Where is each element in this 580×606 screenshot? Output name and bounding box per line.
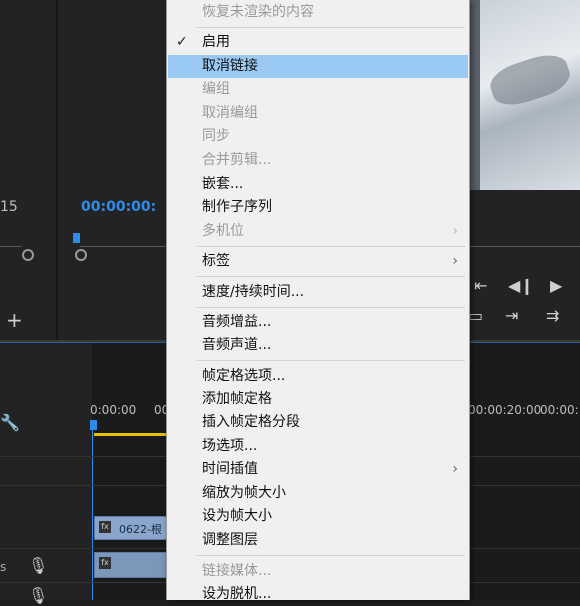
menu-item-label: 标签 — [202, 253, 230, 269]
menu-item-label: 时间插值 — [202, 461, 258, 477]
menu-item-merge-clips[interactable]: 合并剪辑... — [168, 149, 468, 172]
menu-item-label: 速度/持续时间... — [202, 284, 305, 300]
menu-item-set-to-frame-size[interactable]: 设为帧大小 — [168, 505, 468, 528]
menu-separator — [197, 276, 465, 277]
menu-item-label: 音频声道... — [202, 337, 272, 353]
source-timecode[interactable]: 00:00:00: — [81, 199, 156, 215]
menu-item-audio-gain[interactable]: 音频增益... — [168, 311, 468, 334]
menu-item-label: 嵌套... — [202, 176, 244, 192]
microphone-icon[interactable]: 🎙 — [28, 558, 48, 574]
menu-item-label: 帧定格选项... — [202, 368, 286, 384]
menu-item-make-subsequence[interactable]: 制作子序列 — [168, 196, 468, 219]
menu-item-synchronize[interactable]: 同步 — [168, 125, 468, 148]
work-area-bar[interactable] — [94, 433, 166, 436]
menu-item-multicam[interactable]: 多机位 › — [168, 220, 468, 243]
step-back-icon[interactable]: ⇤ — [474, 278, 487, 294]
menu-item-label: 场选项... — [202, 438, 258, 454]
microphone-icon[interactable]: 🎙 — [28, 588, 48, 604]
menu-separator — [197, 307, 465, 308]
menu-item-field-options[interactable]: 场选项... — [168, 435, 468, 458]
menu-item-label: 缩放为帧大小 — [202, 485, 286, 501]
zoom-handle-left[interactable] — [22, 249, 34, 261]
menu-item-label: 链接媒体... — [202, 563, 272, 579]
menu-item-make-offline[interactable]: 设为脱机... — [168, 583, 468, 606]
menu-item-time-interpolation[interactable]: 时间插值 › — [168, 458, 468, 481]
menu-item-nest[interactable]: 嵌套... — [168, 173, 468, 196]
track-label: s — [0, 560, 7, 574]
menu-item-label-submenu[interactable]: 标签 › — [168, 250, 468, 273]
fx-badge: fx — [99, 557, 111, 569]
menu-item-add-frame-hold[interactable]: 添加帧定格 — [168, 388, 468, 411]
menu-item-label: 取消链接 — [202, 58, 258, 74]
zoom-handle-right[interactable] — [75, 249, 87, 261]
menu-item-insert-frame-hold-segment[interactable]: 插入帧定格分段 — [168, 411, 468, 434]
menu-item-frame-hold-options[interactable]: 帧定格选项... — [168, 365, 468, 388]
menu-item-label: 多机位 — [202, 223, 244, 239]
context-menu: 恢复未渲染的内容 ✓ 启用 取消链接 编组 取消编组 同步 合并剪辑... 嵌套.… — [166, 0, 470, 602]
play-icon[interactable]: ▶ — [550, 278, 562, 294]
source-ruler — [80, 238, 166, 247]
menu-separator — [197, 360, 465, 361]
menu-item-label: 编组 — [202, 81, 230, 97]
menu-separator — [197, 555, 465, 556]
project-panel — [0, 0, 56, 340]
menu-item-group[interactable]: 编组 — [168, 78, 468, 101]
menu-item-label: 同步 — [202, 128, 230, 144]
submenu-arrow-icon: › — [452, 253, 458, 269]
menu-item-link-media[interactable]: 链接媒体... — [168, 560, 468, 583]
menu-item-label: 音频增益... — [202, 314, 272, 330]
menu-item-unlink[interactable]: 取消链接 — [168, 55, 468, 78]
menu-item-audio-channels[interactable]: 音频声道... — [168, 334, 468, 357]
insert-icon[interactable]: ⇥ — [505, 308, 518, 324]
menu-item-label: 添加帧定格 — [202, 391, 272, 407]
menu-item-ungroup[interactable]: 取消编组 — [168, 102, 468, 125]
menu-item-label: 合并剪辑... — [202, 152, 272, 168]
ruler-time-3: 00:00: — [540, 403, 579, 417]
menu-item-label: 取消编组 — [202, 105, 258, 121]
add-icon[interactable]: + — [6, 310, 23, 330]
menu-item-label: 启用 — [202, 34, 230, 50]
source-frame-number: 15 — [0, 199, 18, 215]
menu-item-label: 制作子序列 — [202, 199, 272, 215]
menu-item-adjustment-layer[interactable]: 调整图层 — [168, 529, 468, 552]
source-playhead[interactable] — [73, 233, 80, 243]
clip-name: 0622-根 — [119, 523, 162, 536]
source-ruler-left — [0, 238, 22, 247]
ruler-time-2: 00:00:20:00 — [468, 403, 542, 417]
audio-clip[interactable]: fx — [94, 552, 168, 578]
submenu-arrow-icon: › — [452, 223, 458, 239]
menu-item-label: 设为帧大小 — [202, 508, 272, 524]
menu-item-scale-to-frame-size[interactable]: 缩放为帧大小 — [168, 482, 468, 505]
menu-item-label: 调整图层 — [202, 532, 258, 548]
fx-badge: fx — [99, 521, 111, 533]
ruler-time-0: 0:00:00 — [90, 403, 137, 417]
source-monitor — [58, 0, 166, 340]
video-clip[interactable]: fx 0622-根 — [94, 516, 168, 540]
wrench-icon[interactable]: 🔧 — [0, 415, 20, 431]
menu-item-speed-duration[interactable]: 速度/持续时间... — [168, 281, 468, 304]
menu-item-label: 恢复未渲染的内容 — [202, 4, 314, 20]
program-ruler — [466, 238, 580, 247]
submenu-arrow-icon: › — [452, 461, 458, 477]
menu-separator — [197, 27, 465, 28]
menu-item-enable[interactable]: ✓ 启用 — [168, 31, 468, 54]
frame-back-icon[interactable]: ◀❙ — [508, 278, 534, 294]
checkmark-icon: ✓ — [176, 34, 188, 50]
overwrite-icon[interactable]: ⇉ — [546, 308, 559, 324]
menu-item-label: 插入帧定格分段 — [202, 414, 300, 430]
lift-icon[interactable]: ▭ — [468, 308, 483, 324]
menu-separator — [197, 246, 465, 247]
timeline-playhead[interactable] — [90, 420, 97, 430]
menu-item-restore-unrendered[interactable]: 恢复未渲染的内容 — [168, 1, 468, 24]
